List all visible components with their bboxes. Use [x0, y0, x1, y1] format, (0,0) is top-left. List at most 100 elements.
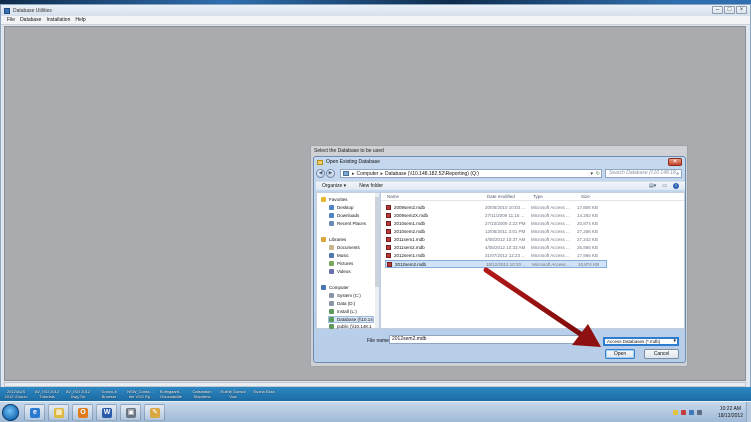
open-button[interactable]: Open: [605, 349, 635, 359]
search-input[interactable]: Search Database (\\10.148.18... ⌕: [605, 169, 682, 178]
utility-icon: ▣: [126, 408, 136, 418]
file-row[interactable]: 2012sem2.mdb 18/12/2012 10:20 ... Microsof…: [385, 260, 607, 268]
taskbar-app-ie[interactable]: e: [24, 404, 45, 421]
network-icon[interactable]: [689, 410, 694, 415]
nav-favorites[interactable]: Favorites: [321, 196, 348, 203]
taskbar-app-word[interactable]: W: [96, 404, 117, 421]
minimize-icon[interactable]: –: [712, 6, 723, 14]
column-header-size[interactable]: Size: [581, 194, 590, 199]
file-row[interactable]: 2011sem2.mdb 4/05/2012 10:33 AM Microsoft …: [385, 244, 607, 252]
address-bar[interactable]: ▸ Computer ▸ Database (\\10.148.182.52\R…: [340, 169, 602, 178]
dialog-title-bar[interactable]: Open Existing Database: [314, 157, 685, 167]
breadcrumb-computer[interactable]: Computer: [357, 171, 379, 177]
file-size: 17,806 KB: [577, 205, 599, 210]
scrollbar-thumb[interactable]: [375, 197, 379, 287]
nav-music[interactable]: Music: [329, 252, 349, 259]
search-icon[interactable]: ⌕: [676, 171, 679, 178]
file-name: 2012sem2.mdb: [395, 262, 427, 267]
nav-desktop[interactable]: Desktop: [329, 204, 354, 211]
nav-libraries[interactable]: Libraries: [321, 236, 346, 243]
desktop-shortcut-label[interactable]: 2012\AUS 2012 \Gonzo: [3, 389, 29, 399]
tool-icon: ✎: [150, 408, 160, 418]
nav-computer[interactable]: Computer: [321, 284, 349, 291]
column-header-type[interactable]: Type: [533, 194, 543, 199]
nav-system-drive[interactable]: System (C:): [329, 292, 361, 299]
desktop-shortcut-label[interactable]: Eufingaarti... Gonzalaville: [158, 389, 184, 399]
change-view-icon[interactable]: ▤▾: [649, 183, 656, 189]
file-row[interactable]: 2011sem1.mdb 4/05/2012 10:37 AM Microsoft …: [385, 236, 607, 244]
nav-pane-scrollbar[interactable]: [375, 193, 379, 328]
menu-installation[interactable]: Installation: [46, 17, 70, 23]
nav-videos[interactable]: Videos: [329, 268, 351, 275]
maximize-icon[interactable]: □: [724, 6, 735, 14]
clock-time[interactable]: 10:22 AM: [720, 406, 741, 412]
file-date: 12/05/2011 3:01 PM: [485, 229, 526, 234]
show-desktop-button[interactable]: [746, 402, 751, 422]
file-row[interactable]: 2010sem2.mdb 12/05/2011 3:01 PM Microsoft …: [385, 228, 607, 236]
refresh-icon[interactable]: ↻: [596, 171, 600, 177]
file-type-value: Access Databases (*.mdb): [607, 339, 661, 344]
nav-label: Downloads: [337, 213, 360, 218]
column-header-name[interactable]: Name: [387, 194, 399, 199]
nav-label: public (\\10.148.1: [337, 324, 372, 329]
app-title: Database Utilities: [13, 7, 52, 14]
flag-icon[interactable]: [673, 410, 678, 415]
back-arrow-icon[interactable]: ◀: [316, 169, 325, 178]
forward-arrow-icon[interactable]: ▶: [326, 169, 335, 178]
close-icon[interactable]: ×: [736, 6, 747, 14]
desktop-shortcut-label[interactable]: Euzha Eliza: [251, 389, 277, 394]
nav-public-drive[interactable]: public (\\10.148.1: [329, 323, 372, 330]
menu-database[interactable]: Database: [20, 17, 41, 23]
menu-file[interactable]: File: [7, 17, 15, 23]
taskbar-app-explorer[interactable]: ▦: [48, 404, 69, 421]
file-row[interactable]: 2010sem1.mdb 27/10/2009 2:23 PM Microsoft …: [385, 220, 607, 228]
file-row[interactable]: 2012sem1.mdb 31/07/2012 12:23 ... Microsof…: [385, 252, 607, 260]
chevron-down-icon[interactable]: ▾: [590, 171, 593, 177]
taskbar-app-utility[interactable]: ▣: [120, 404, 141, 421]
file-name: 2009sem2X.mdb: [394, 213, 429, 218]
dialog-close-button[interactable]: ✕: [668, 158, 682, 166]
chevron-down-icon[interactable]: ▾: [589, 336, 592, 343]
preview-pane-icon[interactable]: ▭: [662, 183, 667, 189]
select-panel-title: Select the Database to be used: [314, 148, 384, 154]
organize-button[interactable]: Organize ▾: [322, 183, 346, 189]
network-drive-icon: [343, 171, 349, 176]
desktop-shortcut-label[interactable]: Eufinit Gunsol Vow: [220, 389, 246, 399]
breadcrumb-database-drive[interactable]: Database (\\10.148.182.52\Reporting) (Q:…: [385, 171, 479, 177]
nav-data-drive[interactable]: Data (D:): [329, 300, 355, 307]
taskbar-app-outlook[interactable]: O: [72, 404, 93, 421]
nav-documents[interactable]: Documents: [329, 244, 360, 251]
desktop-shortcut-label[interactable]: AV_ISO 2012 Tutorials: [34, 389, 60, 399]
access-db-file-icon: [387, 262, 392, 267]
dialog-navigation-bar: ◀ ▶ ▸ Computer ▸ Database (\\10.148.182.…: [316, 169, 685, 178]
clock-date[interactable]: 18/12/2012: [718, 413, 743, 419]
word-icon: W: [102, 408, 112, 418]
file-row[interactable]: 2009sem2X.mdb 27/11/2009 11:16 ... Microso…: [385, 212, 607, 220]
desktop-shortcut-label[interactable]: NSW_Conta... the VSO Rp.: [127, 389, 153, 399]
app-title-bar[interactable]: Database Utilities – □ ×: [1, 5, 750, 16]
nav-recent-places[interactable]: Recent Places: [329, 220, 366, 227]
column-header-date[interactable]: Date modified: [487, 194, 515, 199]
access-db-file-icon: [386, 229, 391, 234]
desktop-shortcut-label[interactable]: Gonzo-It Browser: [96, 389, 122, 399]
taskbar-app-tool[interactable]: ✎: [144, 404, 165, 421]
menu-help[interactable]: Help: [75, 17, 85, 23]
cancel-button[interactable]: Cancel: [644, 349, 679, 359]
new-folder-button[interactable]: New folder: [359, 183, 383, 189]
nav-install-drive[interactable]: Install (L:): [329, 308, 357, 315]
volume-icon[interactable]: [697, 410, 702, 415]
desktop-shortcut-label[interactable]: AV_ISO 2012 Dwg Tut: [65, 389, 91, 399]
security-icon[interactable]: [681, 410, 686, 415]
nav-downloads[interactable]: Downloads: [329, 212, 359, 219]
file-row[interactable]: 2009sem2.mdb 20/05/2010 10:03 ... Microsof…: [385, 204, 607, 212]
file-name-input[interactable]: 2012sem2.mdb ▾: [389, 335, 594, 344]
nav-pictures[interactable]: Pictures: [329, 260, 353, 267]
chevron-down-icon[interactable]: ▾: [673, 339, 676, 344]
file-name: 2012sem1.mdb: [394, 253, 426, 258]
start-button[interactable]: [2, 404, 19, 421]
outlook-icon: O: [78, 408, 88, 418]
nav-database-drive[interactable]: Database (\\10.14: [328, 316, 374, 323]
desktop-shortcut-label[interactable]: Catsmakin Stephens: [189, 389, 215, 399]
file-type-select[interactable]: Access Databases (*.mdb) ▾: [603, 337, 679, 346]
help-icon[interactable]: ?: [673, 183, 679, 189]
